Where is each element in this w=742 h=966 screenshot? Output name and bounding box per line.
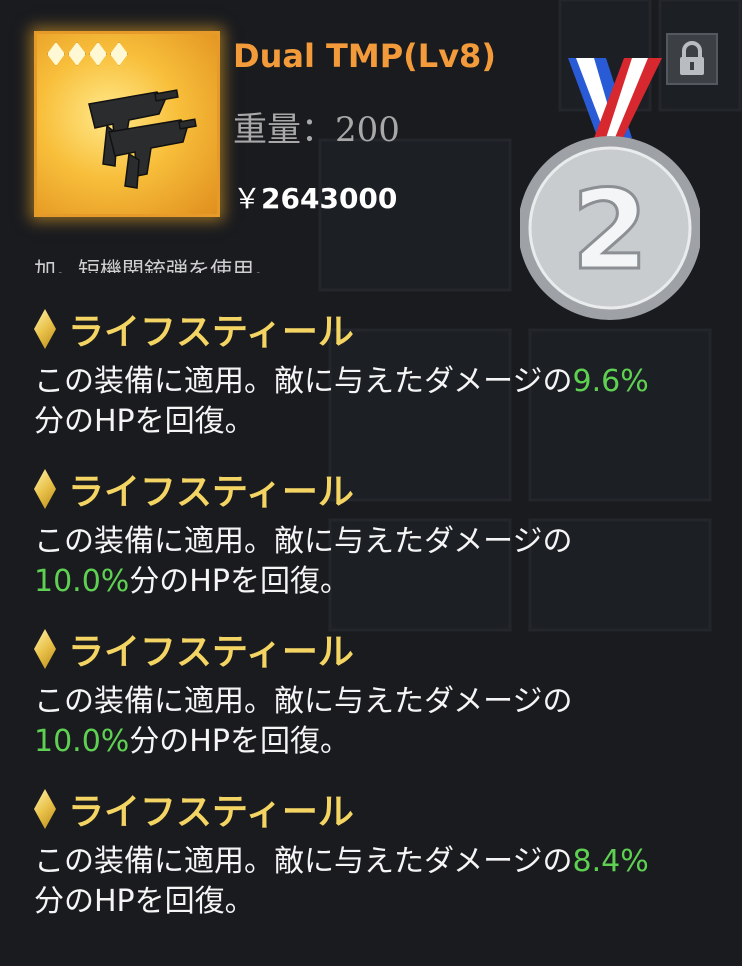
item-price: ￥2643000 [233,177,397,217]
effect-desc-tail: 分のHPを回復。 [129,724,350,759]
effect-name: ライフスティール [68,312,354,353]
effect-description: この装備に適用。敵に与えたダメージの 10.0%分のHPを回復。 [34,682,724,762]
effect-item: ライフスティール この装備に適用。敵に与えたダメージの 10.0%分のHPを回復。 [34,622,724,782]
effect-desc-tail: 分のHPを回復。 [34,884,255,919]
effect-title: ライフスティール [34,306,354,353]
effect-title: ライフスティール [34,466,354,513]
effect-item: ライフスティール この装備に適用。敵に与えたダメージの 10.0%分のHPを回復。 [34,462,724,622]
effect-name: ライフスティール [68,632,354,673]
diamond-gem-icon [34,789,56,829]
effect-description: この装備に適用。敵に与えたダメージの8.4% 分のHPを回復。 [34,842,724,922]
medal-number: 2 [572,166,649,294]
effect-desc-tail: 分のHPを回復。 [129,564,350,599]
effect-desc-text: この装備に適用。敵に与えたダメージの [34,524,573,559]
effect-description: この装備に適用。敵に与えたダメージの 10.0%分のHPを回復。 [34,522,724,602]
diamond-gem-icon [34,469,56,509]
effect-desc-tail: 分のHPを回復。 [34,404,255,439]
effect-percent: 8.4% [572,844,649,879]
item-name: Dual TMP(Lv8) [233,37,496,75]
effect-desc-text: この装備に適用。敵に与えたダメージの [34,364,573,399]
effect-item: ライフスティール この装備に適用。敵に与えたダメージの8.4% 分のHPを回復。 [34,782,724,942]
effects-list: ライフスティール この装備に適用。敵に与えたダメージの9.6% 分のHPを回復。 … [34,302,724,942]
item-weight: 重量：200 [233,110,400,150]
yen-symbol: ￥ [233,182,262,215]
effect-percent: 10.0% [34,724,130,759]
silver-medal-icon: 2 [520,58,700,320]
diamond-gem-icon [34,309,56,349]
effect-description: この装備に適用。敵に与えたダメージの9.6% 分のHPを回復。 [34,362,724,442]
effect-percent: 9.6% [572,364,649,399]
item-header: Dual TMP(Lv8) 重量：200 ￥2643000 2 [0,0,742,320]
rarity-star-icon [47,42,65,66]
description-truncated: 加。短機関銃弾を使用。 [34,259,277,273]
price-value: 2643000 [261,182,398,215]
effect-title: ライフスティール [34,626,354,673]
effect-item: ライフスティール この装備に適用。敵に与えたダメージの9.6% 分のHPを回復。 [34,302,724,462]
rarity-stars [47,42,128,66]
item-icon-frame [34,31,220,217]
effect-percent: 10.0% [34,564,130,599]
rarity-star-icon [89,42,107,66]
rarity-star-icon [110,42,128,66]
effect-name: ライフスティール [68,472,354,513]
effect-name: ライフスティール [68,792,354,833]
dual-tmp-weapon-icon [88,89,197,189]
rarity-star-icon [68,42,86,66]
effect-title: ライフスティール [34,786,354,833]
effect-desc-text: この装備に適用。敵に与えたダメージの [34,684,573,719]
diamond-gem-icon [34,629,56,669]
effect-desc-text: この装備に適用。敵に与えたダメージの [34,844,573,879]
